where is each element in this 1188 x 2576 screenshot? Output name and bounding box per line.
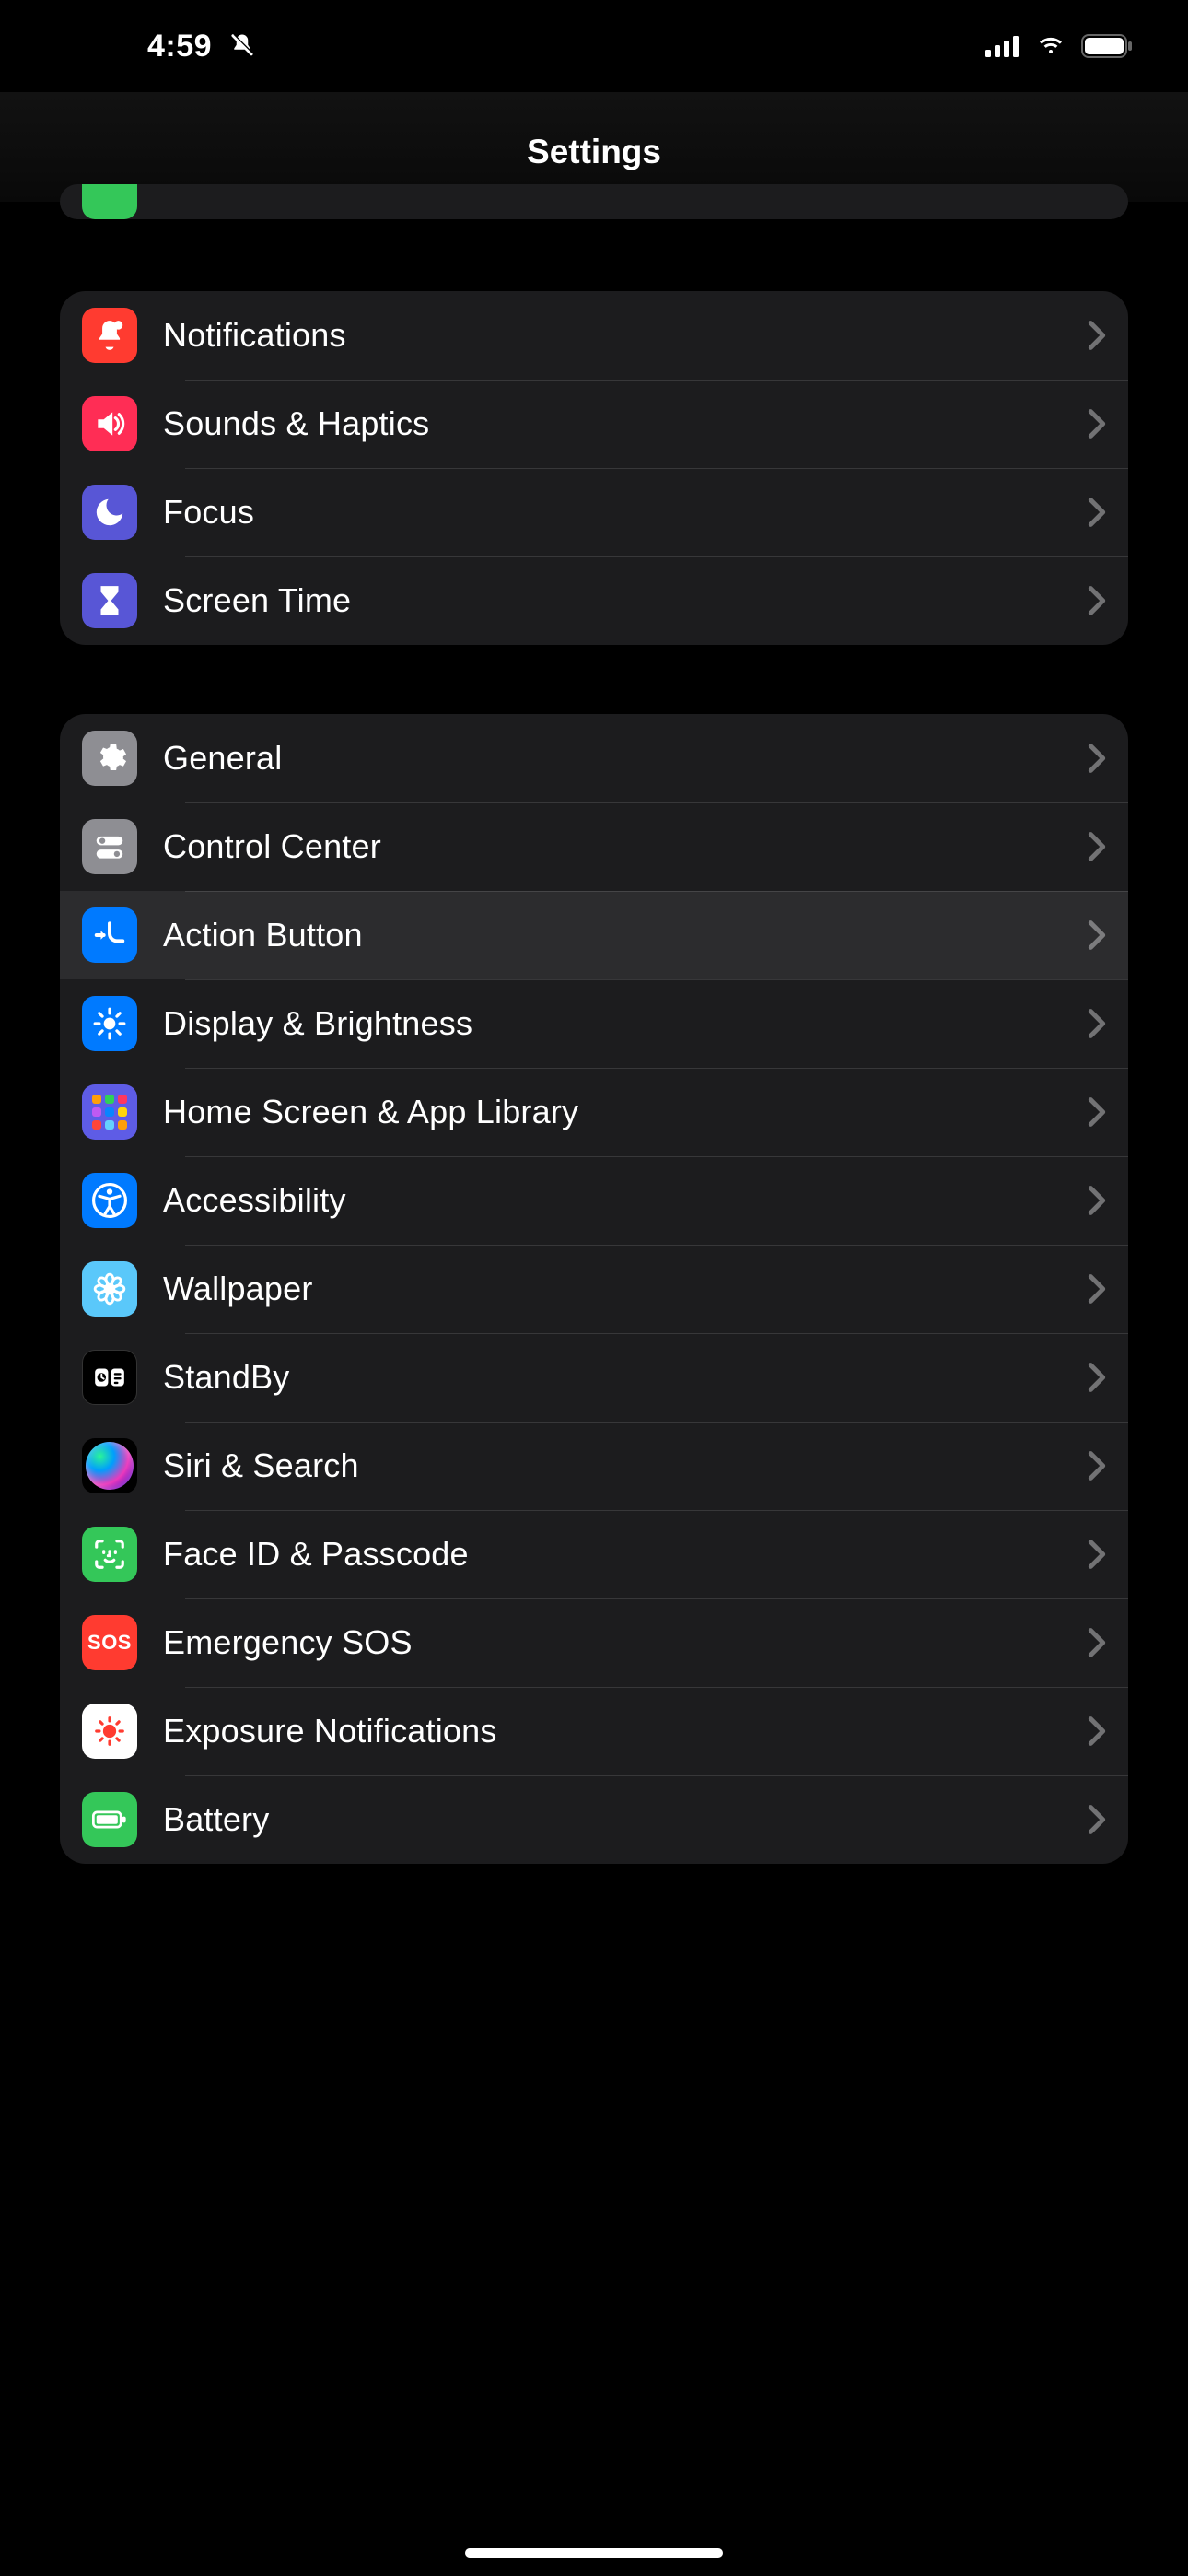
chevron-right-icon	[1088, 1096, 1106, 1128]
settings-row-accessibility[interactable]: Accessibility	[60, 1156, 1128, 1245]
settings-row-sos[interactable]: SOS Emergency SOS	[60, 1598, 1128, 1687]
row-label: Emergency SOS	[163, 1623, 1080, 1662]
row-label: Action Button	[163, 916, 1080, 954]
row-label: General	[163, 739, 1080, 778]
settings-row-siri[interactable]: Siri & Search	[60, 1422, 1128, 1510]
row-label: Wallpaper	[163, 1270, 1080, 1308]
settings-row-faceid[interactable]: Face ID & Passcode	[60, 1510, 1128, 1598]
settings-row-screentime[interactable]: Screen Time	[60, 556, 1128, 645]
wifi-icon	[1035, 35, 1066, 57]
settings-row-focus[interactable]: Focus	[60, 468, 1128, 556]
chevron-right-icon	[1088, 743, 1106, 774]
faceid-icon	[82, 1527, 137, 1582]
settings-row-sounds[interactable]: Sounds & Haptics	[60, 380, 1128, 468]
peek-icon	[82, 184, 137, 219]
row-label: Face ID & Passcode	[163, 1535, 1080, 1574]
sos-icon: SOS	[82, 1615, 137, 1670]
silent-bell-icon	[228, 32, 256, 60]
flower-icon	[82, 1261, 137, 1317]
battery-icon	[82, 1792, 137, 1847]
chevron-right-icon	[1088, 1008, 1106, 1039]
chevron-right-icon	[1088, 1715, 1106, 1747]
sun-icon	[82, 996, 137, 1051]
row-label: Display & Brightness	[163, 1004, 1080, 1043]
cellular-icon	[985, 35, 1020, 57]
status-bar: 4:59	[0, 0, 1188, 92]
chevron-right-icon	[1088, 919, 1106, 951]
status-left: 4:59	[55, 29, 256, 64]
row-label: StandBy	[163, 1358, 1080, 1397]
chevron-right-icon	[1088, 497, 1106, 528]
settings-row-battery[interactable]: Battery	[60, 1775, 1128, 1864]
bell-icon	[82, 308, 137, 363]
settings-row-standby[interactable]: StandBy	[60, 1333, 1128, 1422]
settings-row-action-button[interactable]: Action Button	[60, 891, 1128, 979]
settings-row-general[interactable]: General	[60, 714, 1128, 802]
action-button-icon	[82, 907, 137, 963]
row-label: Exposure Notifications	[163, 1712, 1080, 1751]
chevron-right-icon	[1088, 320, 1106, 351]
exposure-icon	[82, 1704, 137, 1759]
row-label: Battery	[163, 1800, 1080, 1839]
hourglass-icon	[82, 573, 137, 628]
settings-group-alerts: Notifications Sounds & Haptics Focus	[60, 291, 1128, 645]
chevron-right-icon	[1088, 1185, 1106, 1216]
row-label: Notifications	[163, 316, 1080, 355]
status-right	[985, 34, 1133, 58]
home-indicator[interactable]	[465, 2548, 723, 2558]
settings-row-wallpaper[interactable]: Wallpaper	[60, 1245, 1128, 1333]
battery-status-icon	[1081, 34, 1133, 58]
settings-row-display-brightness[interactable]: Display & Brightness	[60, 979, 1128, 1068]
chevron-right-icon	[1088, 1627, 1106, 1658]
chevron-right-icon	[1088, 1362, 1106, 1393]
standby-icon	[82, 1350, 137, 1405]
sos-text: SOS	[87, 1631, 132, 1655]
row-label: Focus	[163, 493, 1080, 532]
chevron-right-icon	[1088, 1450, 1106, 1481]
moon-icon	[82, 485, 137, 540]
toggles-icon	[82, 819, 137, 874]
settings-row-exposure[interactable]: Exposure Notifications	[60, 1687, 1128, 1775]
row-label: Siri & Search	[163, 1446, 1080, 1485]
chevron-right-icon	[1088, 831, 1106, 862]
settings-row-notifications[interactable]: Notifications	[60, 291, 1128, 380]
chevron-right-icon	[1088, 1539, 1106, 1570]
settings-row-home-screen[interactable]: Home Screen & App Library	[60, 1068, 1128, 1156]
gear-icon	[82, 731, 137, 786]
accessibility-icon	[82, 1173, 137, 1228]
chevron-right-icon	[1088, 408, 1106, 439]
row-label: Screen Time	[163, 581, 1080, 620]
settings-row-control-center[interactable]: Control Center	[60, 802, 1128, 891]
settings-row-peek[interactable]	[60, 184, 1128, 219]
page-title-text: Settings	[527, 133, 661, 171]
settings-group-peek	[60, 184, 1128, 219]
apps-grid-icon	[82, 1084, 137, 1140]
settings-scroll[interactable]: Notifications Sounds & Haptics Focus	[0, 203, 1188, 2576]
settings-group-general: General Control Center Action Button	[60, 714, 1128, 1864]
chevron-right-icon	[1088, 585, 1106, 616]
chevron-right-icon	[1088, 1804, 1106, 1835]
speaker-icon	[82, 396, 137, 451]
row-label: Sounds & Haptics	[163, 404, 1080, 443]
row-label: Home Screen & App Library	[163, 1093, 1080, 1131]
status-time: 4:59	[147, 29, 212, 64]
row-label: Control Center	[163, 827, 1080, 866]
row-label: Accessibility	[163, 1181, 1080, 1220]
siri-icon	[82, 1438, 137, 1493]
chevron-right-icon	[1088, 1273, 1106, 1305]
